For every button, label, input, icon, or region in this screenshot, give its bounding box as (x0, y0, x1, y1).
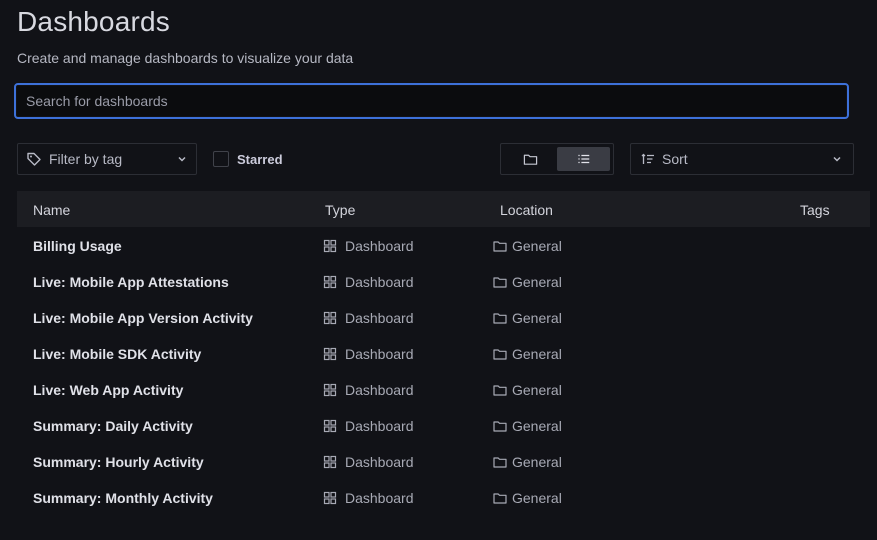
dashboard-type-label: Dashboard (345, 490, 414, 506)
sort-label: Sort (662, 151, 688, 167)
dashboard-type-label: Dashboard (345, 346, 414, 362)
dashboard-grid-icon (323, 311, 337, 325)
dashboard-type: Dashboard (323, 310, 414, 326)
dashboard-type: Dashboard (323, 274, 414, 290)
dashboards-page: Dashboards Create and manage dashboards … (0, 0, 877, 540)
starred-filter: Starred (213, 151, 283, 167)
list-view-icon (577, 152, 591, 166)
table-row[interactable]: Live: Web App Activity Dashboard General (17, 372, 870, 408)
dashboard-location[interactable]: General (493, 454, 562, 470)
dashboard-location[interactable]: General (493, 274, 562, 290)
dashboard-name-link[interactable]: Summary: Hourly Activity (33, 454, 204, 470)
dashboard-location-label: General (512, 490, 562, 506)
dashboard-type-label: Dashboard (345, 238, 414, 254)
dashboard-type: Dashboard (323, 454, 414, 470)
dashboard-type-label: Dashboard (345, 382, 414, 398)
dashboard-location[interactable]: General (493, 382, 562, 398)
dashboard-name-link[interactable]: Live: Mobile App Attestations (33, 274, 229, 290)
dashboard-location-label: General (512, 346, 562, 362)
dashboard-location-label: General (512, 238, 562, 254)
dashboard-location-label: General (512, 418, 562, 434)
dashboard-grid-icon (323, 347, 337, 361)
dashboard-name-link[interactable]: Summary: Monthly Activity (33, 490, 213, 506)
table-row[interactable]: Summary: Monthly Activity Dashboard Gene… (17, 480, 870, 516)
table-row[interactable]: Summary: Hourly Activity Dashboard Gener… (17, 444, 870, 480)
chevron-down-icon (831, 153, 843, 165)
starred-label: Starred (237, 151, 283, 167)
dashboard-location[interactable]: General (493, 490, 562, 506)
column-header-location[interactable]: Location (500, 202, 553, 218)
dashboard-grid-icon (323, 239, 337, 253)
dashboard-name-link[interactable]: Live: Mobile SDK Activity (33, 346, 201, 362)
folder-icon (493, 383, 507, 397)
column-header-tags[interactable]: Tags (800, 202, 830, 218)
dashboard-type-label: Dashboard (345, 274, 414, 290)
dashboard-type-label: Dashboard (345, 310, 414, 326)
dashboard-name-link[interactable]: Summary: Daily Activity (33, 418, 193, 434)
table-row[interactable]: Live: Mobile App Version Activity Dashbo… (17, 300, 870, 336)
dashboard-grid-icon (323, 491, 337, 505)
sort-icon (641, 152, 655, 166)
chevron-down-icon (176, 153, 188, 165)
dashboard-grid-icon (323, 383, 337, 397)
tag-filter-label: Filter by tag (49, 151, 123, 167)
dashboard-type: Dashboard (323, 490, 414, 506)
dashboard-location[interactable]: General (493, 346, 562, 362)
folder-icon (493, 419, 507, 433)
dashboard-location-label: General (512, 310, 562, 326)
dashboard-type: Dashboard (323, 238, 414, 254)
folder-icon (493, 311, 507, 325)
folder-icon (493, 347, 507, 361)
dashboard-name-link[interactable]: Live: Mobile App Version Activity (33, 310, 253, 326)
starred-checkbox[interactable] (213, 151, 229, 167)
folder-icon (493, 275, 507, 289)
tag-icon (26, 151, 42, 167)
table-header: Name Type Location Tags (17, 191, 870, 227)
column-header-name[interactable]: Name (33, 202, 70, 218)
search-input[interactable] (16, 85, 847, 117)
folder-view-icon (523, 152, 538, 167)
page-subtitle: Create and manage dashboards to visualiz… (17, 50, 354, 66)
page-title: Dashboards (17, 6, 170, 37)
dashboard-location-label: General (512, 382, 562, 398)
dashboard-type-label: Dashboard (345, 454, 414, 470)
dashboard-type: Dashboard (323, 346, 414, 362)
dashboard-location-label: General (512, 454, 562, 470)
dashboard-grid-icon (323, 275, 337, 289)
dashboard-type: Dashboard (323, 418, 414, 434)
dashboard-name-link[interactable]: Billing Usage (33, 238, 122, 254)
table-row[interactable]: Billing Usage Dashboard General (17, 228, 870, 264)
dashboard-list: Billing Usage Dashboard General Live: Mo… (17, 228, 870, 516)
folder-icon (493, 491, 507, 505)
column-header-type[interactable]: Type (325, 202, 355, 218)
view-mode-toggle (500, 143, 614, 175)
dashboard-location[interactable]: General (493, 310, 562, 326)
dashboard-location[interactable]: General (493, 418, 562, 434)
table-row[interactable]: Live: Mobile SDK Activity Dashboard Gene… (17, 336, 870, 372)
sort-select[interactable]: Sort (630, 143, 854, 175)
table-row[interactable]: Summary: Daily Activity Dashboard Genera… (17, 408, 870, 444)
dashboard-location[interactable]: General (493, 238, 562, 254)
folder-view-button[interactable] (504, 147, 557, 171)
folder-icon (493, 455, 507, 469)
dashboard-location-label: General (512, 274, 562, 290)
dashboard-grid-icon (323, 419, 337, 433)
table-row[interactable]: Live: Mobile App Attestations Dashboard … (17, 264, 870, 300)
list-view-button[interactable] (557, 147, 610, 171)
folder-icon (493, 239, 507, 253)
dashboard-type: Dashboard (323, 382, 414, 398)
tag-filter-select[interactable]: Filter by tag (17, 143, 197, 175)
dashboard-grid-icon (323, 455, 337, 469)
dashboard-type-label: Dashboard (345, 418, 414, 434)
search-box (14, 83, 849, 119)
dashboard-name-link[interactable]: Live: Web App Activity (33, 382, 183, 398)
